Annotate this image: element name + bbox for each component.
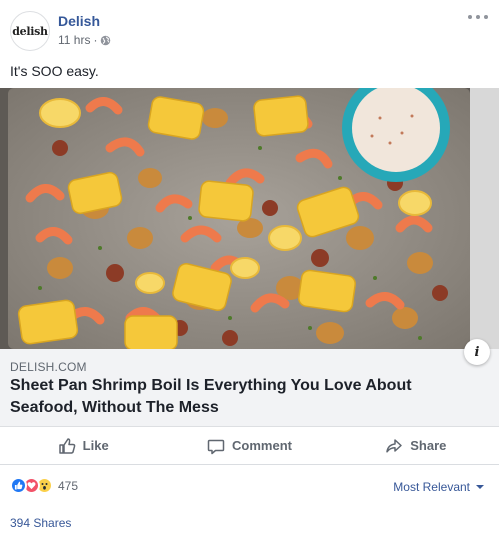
link-domain: DELISH.COM [10,360,87,374]
post-text: It's SOO easy. [10,63,99,79]
action-bar: Like Comment Share [0,427,499,465]
post-timestamp[interactable]: 11 hrs [58,33,90,47]
globe-icon[interactable] [100,35,111,46]
share-label: Share [410,438,447,453]
like-icon [10,477,27,494]
avatar-logo-text: delish [12,24,48,38]
page-name-link[interactable]: Delish [58,13,100,29]
share-arrow-icon [386,438,402,453]
caret-down-icon [476,485,484,489]
comments-sort-dropdown[interactable]: Most Relevant [393,480,484,494]
page-avatar[interactable]: delish [10,11,50,51]
meta-separator: · [93,33,98,47]
info-icon[interactable]: i [464,339,490,365]
link-preview[interactable]: DELISH.COM Sheet Pan Shrimp Boil Is Ever… [0,349,499,427]
facebook-post: delish Delish 11 hrs · It's SOO easy. DE… [0,0,499,539]
link-title[interactable]: Sheet Pan Shrimp Boil Is Everything You … [10,375,480,419]
shrimp-boil-illustration [0,88,499,349]
like-button[interactable]: Like [0,427,166,464]
share-button[interactable]: Share [333,427,499,464]
post-meta: 11 hrs · [58,33,111,47]
thumbs-up-icon [58,437,75,454]
shrimp-boil-photo[interactable] [0,88,499,349]
comment-label: Comment [232,438,292,453]
shares-count-link[interactable]: 394 Shares [10,516,71,530]
sort-label: Most Relevant [393,480,470,494]
reactions-summary[interactable]: 475 [10,477,78,494]
reaction-count: 475 [58,478,79,493]
more-options-icon[interactable] [468,11,488,23]
comment-button[interactable]: Comment [166,427,332,464]
like-label: Like [82,438,109,453]
comment-icon [207,439,225,454]
